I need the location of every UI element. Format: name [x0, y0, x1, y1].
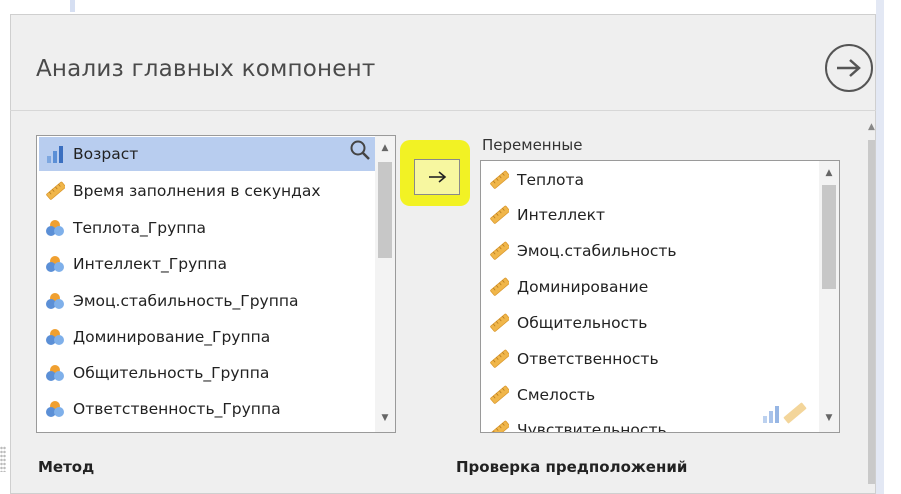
nominal-circles-icon	[45, 327, 65, 347]
list-item[interactable]: Теплота_Группа	[39, 211, 206, 245]
scroll-thumb[interactable]	[378, 162, 392, 258]
nominal-circles-icon	[45, 218, 65, 238]
list-item-label: Теплота_Группа	[73, 219, 207, 237]
list-item[interactable]: Доминирование_Группа	[39, 320, 270, 354]
list-item-label: Общительность_Группа	[73, 364, 270, 382]
nominal-circles-icon	[45, 291, 65, 311]
search-icon[interactable]	[349, 139, 371, 161]
dialog-title: Анализ главных компонент	[36, 56, 376, 82]
source-list-scrollbar[interactable]: ▲ ▼	[375, 136, 395, 432]
variables-list[interactable]: Теплота Интеллект Эмоц.стабильность Доми…	[480, 160, 840, 433]
source-variable-list[interactable]: Возраст Время заполнения в секундах Тепл…	[36, 135, 396, 433]
scroll-up-arrow[interactable]: ▲	[819, 167, 839, 179]
outer-scrollbar[interactable]	[868, 140, 875, 484]
list-item[interactable]: Теплота	[483, 163, 584, 197]
nominal-circles-icon	[45, 254, 65, 274]
list-item[interactable]: Чувствительность	[483, 413, 667, 433]
ruler-icon	[489, 205, 509, 225]
list-item-label: Теплота	[517, 171, 585, 189]
ruler-icon	[489, 349, 509, 369]
list-item[interactable]: Общительность_Группа	[39, 356, 269, 390]
nominal-circles-icon	[45, 399, 65, 419]
run-forward-button[interactable]	[825, 44, 873, 92]
section-method[interactable]: Метод	[38, 458, 94, 476]
list-item-label: Доминирование	[517, 278, 649, 296]
arrow-right-icon	[429, 171, 447, 183]
list-item[interactable]: Возраст	[39, 137, 375, 171]
list-item[interactable]: Ответственность_Группа	[39, 392, 281, 426]
list-item-label: Интеллект_Группа	[73, 255, 228, 273]
allowed-types-icon	[763, 402, 807, 424]
ruler-icon	[45, 181, 65, 201]
right-edge-strip	[876, 0, 884, 494]
list-item-label: Смелость	[517, 386, 596, 404]
arrow-right-circle-icon	[837, 59, 861, 77]
variables-label: Переменные	[482, 136, 583, 154]
list-item-label: Ответственность	[517, 350, 659, 368]
outer-scroll-up-arrow[interactable]: ▲	[868, 122, 875, 132]
ruler-icon	[489, 313, 509, 333]
continuous-bar-icon	[45, 144, 65, 164]
list-item[interactable]: Эмоц.стабильность	[483, 234, 677, 268]
resize-grip[interactable]	[0, 446, 6, 472]
ruler-icon	[489, 277, 509, 297]
list-item-label: Чувствительность	[517, 421, 667, 433]
top-accent-bar	[70, 0, 75, 12]
ruler-icon	[489, 420, 509, 433]
list-item-label: Общительность	[517, 314, 648, 332]
move-to-variables-button[interactable]	[414, 159, 460, 195]
list-item-label: Эмоц.стабильность	[517, 242, 677, 260]
scroll-up-arrow[interactable]: ▲	[375, 142, 395, 154]
list-item-label: Возраст	[73, 145, 139, 163]
title-divider	[10, 110, 876, 111]
list-item[interactable]: Интеллект	[483, 198, 605, 232]
scroll-down-arrow[interactable]: ▼	[819, 412, 839, 424]
list-item[interactable]: Эмоц.стабильность_Группа	[39, 284, 298, 318]
list-item-label: Время заполнения в секундах	[73, 182, 321, 200]
ruler-icon	[489, 241, 509, 261]
list-item-label: Ответственность_Группа	[73, 400, 281, 418]
list-item[interactable]: Время заполнения в секундах	[39, 174, 321, 208]
ruler-icon	[489, 385, 509, 405]
list-item[interactable]: Общительность	[483, 306, 647, 340]
section-assumption-checks[interactable]: Проверка предположений	[456, 458, 687, 476]
list-item-label: Интеллект	[517, 206, 606, 224]
list-item[interactable]: Интеллект_Группа	[39, 247, 227, 281]
nominal-circles-icon	[45, 363, 65, 383]
list-item[interactable]: Ответственность	[483, 342, 659, 376]
scroll-down-arrow[interactable]: ▼	[375, 412, 395, 424]
list-item[interactable]	[39, 426, 73, 432]
ruler-icon	[489, 170, 509, 190]
list-item-label: Доминирование_Группа	[73, 328, 271, 346]
list-item[interactable]: Доминирование	[483, 270, 648, 304]
list-item[interactable]: Смелость	[483, 378, 595, 412]
list-item-label: Эмоц.стабильность_Группа	[73, 292, 299, 310]
variables-list-scrollbar[interactable]: ▲ ▼	[819, 161, 839, 432]
scroll-thumb[interactable]	[822, 185, 836, 289]
